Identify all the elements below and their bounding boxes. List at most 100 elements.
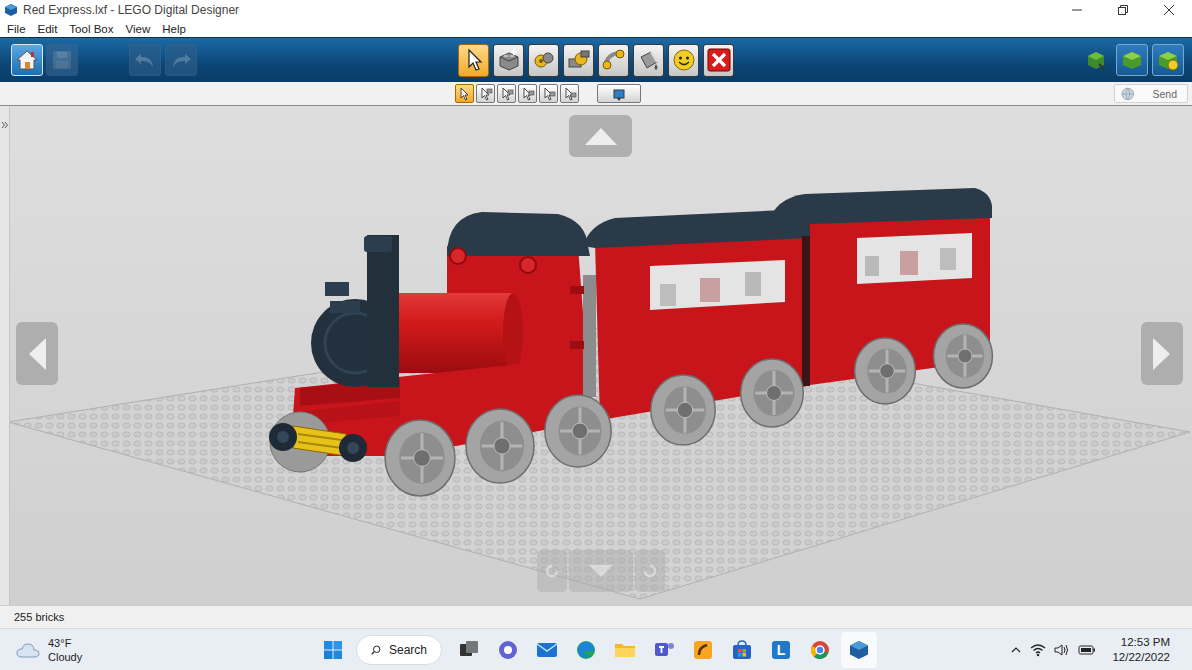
taskbar-app[interactable] [607,632,643,668]
train-model-scene[interactable] [0,106,1192,605]
brick-count: 255 bricks [14,611,64,623]
taskbar-app[interactable] [568,632,604,668]
right-arrow-icon [1151,334,1173,374]
tool-button[interactable] [528,44,559,77]
taskbar-app[interactable]: L [763,632,799,668]
selection-mode-icon [542,87,556,101]
menu-item[interactable]: File [1,23,32,35]
mode-button[interactable] [1116,44,1148,76]
windows-logo-icon [323,640,343,660]
taskbar-app[interactable] [685,632,721,668]
up-arrow-icon [581,125,621,147]
sub-tool-button[interactable] [497,84,516,103]
mail-icon [535,638,559,662]
wifi-icon[interactable] [1030,643,1046,657]
ldd-icon [847,638,871,662]
save-button[interactable] [46,44,78,76]
rotate-right-button[interactable] [1141,322,1183,385]
time: 12:53 PM [1121,635,1170,650]
wheels [385,324,992,496]
rotate-down-button[interactable] [569,550,633,592]
selection-mode-icon [458,87,472,101]
wheel [545,395,611,467]
mode-button[interactable] [1080,44,1112,76]
taskbar-app[interactable] [490,632,526,668]
clock[interactable]: 12:53 PM 12/22/2022 [1112,635,1170,665]
magnifier-icon [371,643,381,657]
home-button[interactable] [11,44,43,76]
restore-button[interactable] [1100,0,1146,20]
select-arrow-icon [461,47,487,73]
files-icon [613,638,637,662]
taskbar-app[interactable] [724,632,760,668]
mode-button[interactable] [1152,44,1184,76]
menu-item[interactable]: View [119,23,156,35]
clone-icon [531,47,557,73]
hinge-icon [566,47,592,73]
taskbar-app[interactable] [646,632,682,668]
sub-tool-button[interactable] [539,84,558,103]
sub-tool-button[interactable] [518,84,537,103]
left-arrow-icon [26,334,48,374]
selection-mode-icon [521,87,535,101]
tool-button[interactable] [563,44,594,77]
delete-icon [706,47,732,73]
temperature: 43°F [48,636,82,650]
taskbar-search[interactable]: Search [356,635,442,665]
sub-tool-button[interactable] [455,84,474,103]
menu-item[interactable]: Help [156,23,192,35]
panel-collapse-handle[interactable] [0,106,10,605]
sub-tool-button[interactable] [597,84,641,103]
store-icon [730,638,754,662]
camera-view-icon [612,87,626,101]
battery-icon[interactable] [1078,644,1096,656]
menu-item[interactable]: Tool Box [63,23,119,35]
menu-bar: FileEditTool BoxViewHelp [0,20,1192,37]
rotate-ccw-button[interactable] [537,550,567,592]
ldd-logo-icon [4,3,18,17]
build-mode-icon [1083,47,1109,73]
taskbar-app[interactable] [802,632,838,668]
sub-tool-button[interactable] [476,84,495,103]
chrome-icon [808,638,832,662]
date: 12/22/2022 [1112,650,1170,665]
menu-item[interactable]: Edit [32,23,64,35]
send-button[interactable]: Send [1114,84,1188,103]
tool-button[interactable] [633,44,664,77]
tool-button[interactable] [458,44,489,77]
taskbar-app[interactable] [529,632,565,668]
undo-button[interactable] [129,44,161,76]
tool-button[interactable] [493,44,524,77]
tool-button[interactable] [598,44,629,77]
selection-mode-icon [500,87,514,101]
sub-tool-button[interactable] [560,84,579,103]
start-button[interactable] [315,632,351,668]
chevron-up-icon[interactable] [1010,644,1022,656]
taskbar-app[interactable] [451,632,487,668]
camera-controls [537,550,665,592]
close-icon [1164,5,1174,15]
edge-icon [574,638,598,662]
cloud-icon [16,641,40,659]
speaker-icon[interactable] [1054,643,1070,657]
down-arrow-icon [584,561,618,581]
minimize-button[interactable] [1054,0,1100,20]
main-toolbar [0,37,1192,82]
rotate-up-button[interactable] [569,115,632,157]
weather-widget[interactable]: 43°F Cloudy [0,636,315,664]
close-button[interactable] [1146,0,1192,20]
rotate-left-button[interactable] [16,322,58,385]
teams-icon [652,638,676,662]
rotate-cw-button[interactable] [635,550,665,592]
tool-button[interactable] [668,44,699,77]
tool-button[interactable] [703,44,734,77]
house-icon [14,47,40,73]
scene-canvas[interactable] [0,106,1192,605]
add-brick-icon [496,47,522,73]
redo-button[interactable] [165,44,197,76]
window-title: Red Express.lxf - LEGO Digital Designer [23,3,239,17]
chat-icon [496,638,520,662]
paint-bucket-icon [636,47,662,73]
status-bar: 255 bricks [0,605,1192,628]
taskbar-app[interactable] [841,632,877,668]
